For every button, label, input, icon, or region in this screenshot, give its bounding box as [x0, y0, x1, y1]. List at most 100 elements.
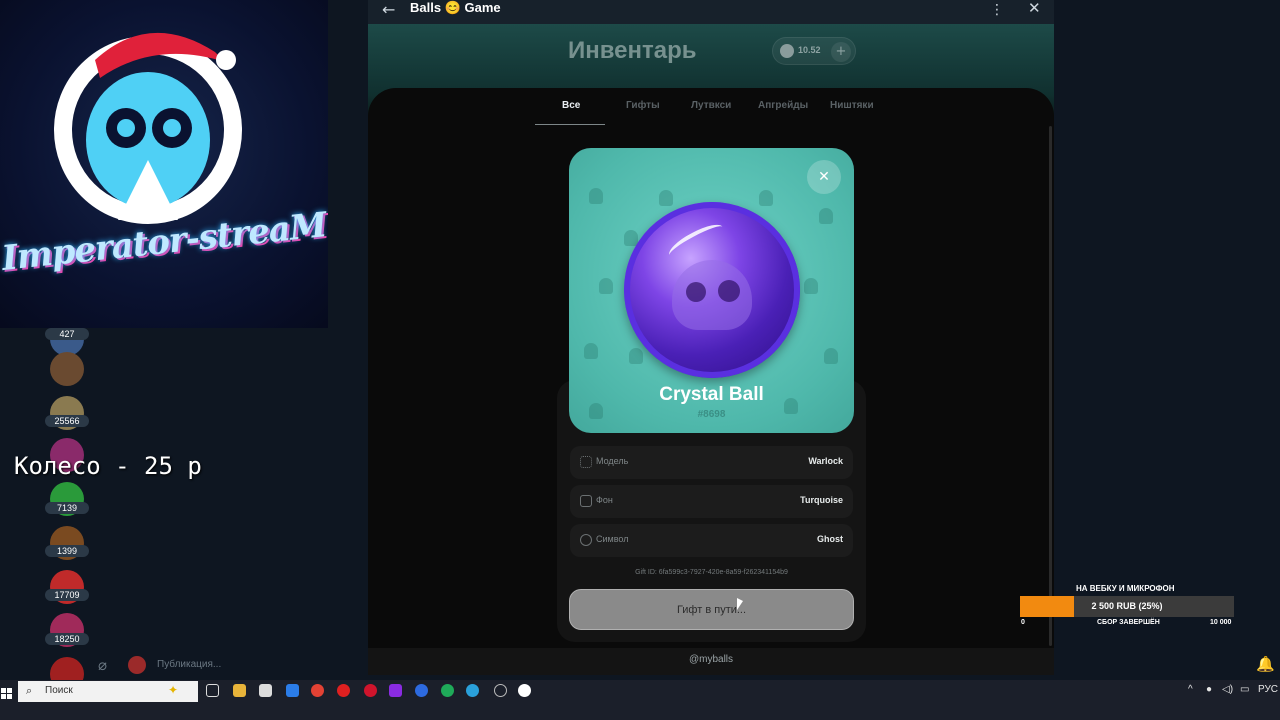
window-title: Balls 😊 Game [410, 0, 501, 15]
avatar[interactable] [128, 656, 146, 674]
yandex-icon[interactable] [518, 684, 531, 697]
app-icon[interactable] [415, 684, 428, 697]
app-footer: @myballs [368, 648, 1054, 675]
app-icon[interactable] [389, 684, 402, 697]
language-indicator[interactable]: РУС [1258, 684, 1278, 695]
yandex-browser-icon[interactable] [337, 684, 350, 697]
ghost-pattern-icon [819, 208, 833, 224]
tab-upgrades[interactable]: Апгрейды [758, 100, 808, 111]
donation-goal: НА ВЕБКУ И МИКРОФОН 2 500 RUB (25%) 0 СБ… [1020, 584, 1236, 630]
goal-amount: 2 500 RUB (25%) [1091, 601, 1163, 611]
microphone-icon[interactable]: ● [1206, 684, 1212, 695]
chevron-up-icon[interactable]: ^ [1188, 684, 1193, 695]
tab-all[interactable]: Все [562, 100, 580, 111]
attribute-label: Модель [596, 456, 629, 466]
ghost-pattern-icon [759, 190, 773, 206]
backdrop-icon [580, 495, 592, 507]
ghost-pattern-icon [599, 278, 613, 294]
unread-count: 427 [45, 328, 89, 340]
obs-icon[interactable] [494, 684, 507, 697]
ghost-pattern-icon [659, 190, 673, 206]
gift-id[interactable]: Gift ID: 6fa599c3-7927-420e-8a59-f262341… [569, 569, 854, 576]
model-icon [580, 456, 592, 468]
gift-card: ✕ Crystal Ball #8698 [569, 148, 854, 433]
task-view-icon[interactable] [206, 684, 219, 697]
bell-icon[interactable]: 🔔 [1256, 655, 1275, 673]
more-options-icon[interactable]: ⋮ [990, 2, 1004, 18]
unread-count: 7139 [45, 502, 89, 514]
mail-icon[interactable] [286, 684, 299, 697]
mouse-cursor-icon [737, 598, 743, 610]
goal-status: СБОР ЗАВЕРШЁН [1097, 619, 1160, 626]
taskbar-search[interactable]: ⌕ Поиск ✦ [18, 681, 198, 702]
unread-count: 17709 [45, 589, 89, 601]
close-icon[interactable]: ✕ [807, 160, 841, 194]
attribute-label: Фон [596, 495, 613, 505]
chrome-icon[interactable] [311, 684, 324, 697]
search-input[interactable]: Поиск [45, 685, 73, 696]
ghost-pattern-icon [629, 348, 643, 364]
gift-status-button[interactable]: Гифт в пути... [569, 589, 854, 630]
add-balance-icon[interactable]: + [831, 42, 851, 62]
goal-max: 10 000 [1210, 619, 1232, 626]
balance-value: 10.52 [798, 45, 821, 55]
crystal-ball-image [624, 202, 800, 378]
close-icon[interactable]: ✕ [1028, 0, 1041, 17]
attribute-row-backdrop: Фон Turquoise [570, 485, 853, 518]
attribute-row-symbol: Символ Ghost [570, 524, 853, 557]
network-icon[interactable]: ▭ [1240, 684, 1249, 695]
telegram-icon[interactable] [466, 684, 479, 697]
scrollbar[interactable] [1049, 126, 1052, 646]
wheel-price-overlay: Колесо - 25 р [14, 452, 202, 480]
logo-emblem [54, 32, 242, 224]
unread-count: 25566 [45, 415, 89, 427]
copilot-sparkle-icon: ✦ [168, 683, 179, 697]
compose-input[interactable]: Публикация... [157, 659, 221, 670]
store-icon[interactable] [259, 684, 272, 697]
skull-eye [686, 282, 706, 302]
attribute-value: Warlock [808, 456, 843, 466]
file-explorer-icon[interactable] [233, 684, 246, 697]
symbol-icon [580, 534, 592, 546]
skull-eye [718, 280, 740, 302]
chat-avatar[interactable] [50, 352, 84, 386]
back-arrow-icon[interactable]: ← [382, 0, 395, 19]
ghost-pattern-icon [804, 278, 818, 294]
attribute-value: Ghost [817, 534, 843, 544]
balance-pill[interactable]: 10.52 + [772, 37, 856, 65]
attribute-label: Символ [596, 534, 629, 544]
opera-icon[interactable] [364, 684, 377, 697]
page-title: Инвентарь [568, 37, 697, 64]
attribute-row-model: Модель Warlock [570, 446, 853, 479]
ghost-pattern-icon [584, 343, 598, 359]
windows-taskbar: ⌕ Поиск ✦ ^ ● ◁) ▭ РУС [0, 680, 1280, 720]
gift-name: Crystal Ball [659, 384, 764, 405]
skull-figure [672, 260, 752, 330]
search-icon: ⌕ [26, 684, 33, 697]
window-titlebar: ← Balls 😊 Game ⋮ ✕ [368, 0, 1054, 24]
streamer-logo: Imperator-streaM [0, 0, 328, 328]
tab-gifts[interactable]: Гифты [626, 100, 660, 111]
ghost-pattern-icon [824, 348, 838, 364]
goal-min: 0 [1021, 619, 1025, 626]
paperclip-icon[interactable]: ⌀ [98, 656, 107, 674]
windows-start-icon[interactable] [1, 688, 12, 699]
unread-count: 1399 [45, 545, 89, 557]
gift-number: #8698 [697, 409, 726, 420]
volume-icon[interactable]: ◁) [1222, 684, 1233, 695]
tab-lootboxes[interactable]: Лутвкси [691, 100, 731, 111]
goal-progress-bar: 2 500 RUB (25%) [1020, 596, 1234, 617]
app-icon[interactable] [441, 684, 454, 697]
chat-rail: 427 25566 7139 1399 17709 18250 [42, 320, 92, 691]
active-tab-indicator [535, 124, 605, 125]
tab-extras[interactable]: Ништяки [830, 100, 874, 111]
gem-icon [780, 44, 794, 58]
orb-highlight [665, 218, 727, 264]
bot-handle[interactable]: @myballs [368, 654, 1054, 665]
goal-title: НА ВЕБКУ И МИКРОФОН [1076, 584, 1175, 593]
inventory-tabs: Все Гифты Лутвкси Апгрейды Ништяки [535, 100, 885, 130]
attribute-value: Turquoise [800, 495, 843, 505]
unread-count: 18250 [45, 633, 89, 645]
telegram-desktop: 427 25566 7139 1399 17709 18250 Imperato… [0, 0, 1280, 691]
ghost-pattern-icon [589, 188, 603, 204]
